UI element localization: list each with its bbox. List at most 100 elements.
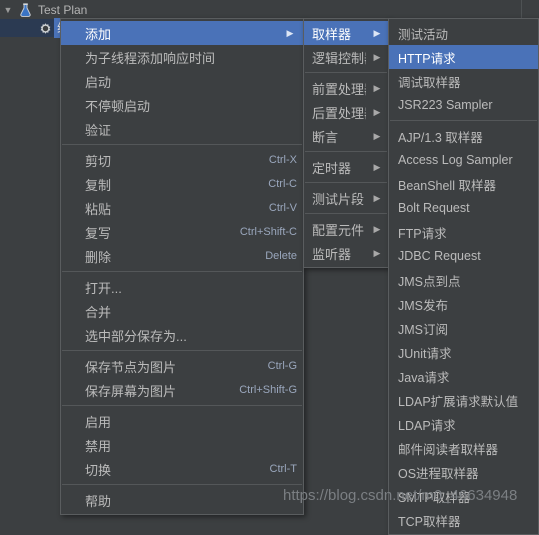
- menu-item[interactable]: 启用: [61, 409, 303, 433]
- menu-item[interactable]: FTP请求: [389, 220, 538, 244]
- menu-item-label: 复制: [85, 175, 250, 194]
- menu-item[interactable]: 不停顿启动: [61, 93, 303, 117]
- menu-item[interactable]: HTTP请求: [389, 45, 538, 69]
- menu-item-label: 测试活动: [398, 24, 532, 43]
- menu-item[interactable]: LDAP请求: [389, 412, 538, 436]
- menu-item[interactable]: 取样器▶: [304, 21, 388, 45]
- menu-item[interactable]: OS进程取样器: [389, 460, 538, 484]
- menu-item[interactable]: 定时器▶: [304, 155, 388, 179]
- submenu-chevron-right-icon: ▶: [366, 224, 384, 235]
- tree-node-label-test-plan: Test Plan: [34, 3, 87, 17]
- menu-item[interactable]: SMTP取样器: [389, 484, 538, 508]
- menu-item-label: JDBC Request: [398, 249, 532, 263]
- menu-item[interactable]: 合并: [61, 299, 303, 323]
- menu-item[interactable]: 邮件阅读者取样器: [389, 436, 538, 460]
- menu-item[interactable]: TCP取样器: [389, 508, 538, 532]
- menu-item[interactable]: 保存屏幕为图片Ctrl+Shift-G: [61, 378, 303, 402]
- menu-item[interactable]: AJP/1.3 取样器: [389, 124, 538, 148]
- menu-item[interactable]: 帮助: [61, 488, 303, 512]
- tree-expand-toggle-icon[interactable]: ▼: [0, 5, 16, 15]
- menu-item[interactable]: JMS订阅: [389, 316, 538, 340]
- menu-item-shortcut: Ctrl-G: [250, 360, 297, 372]
- menu-item[interactable]: 配置元件▶: [304, 217, 388, 241]
- menu-item[interactable]: 逻辑控制器▶: [304, 45, 388, 69]
- menu-item-label: 打开...: [85, 278, 297, 297]
- menu-item[interactable]: 断言▶: [304, 124, 388, 148]
- sampler-submenu[interactable]: 测试活动 HTTP请求调试取样器 JSR223 Sampler AJP/1.3 取样器…: [388, 18, 539, 535]
- menu-item[interactable]: JMS发布: [389, 292, 538, 316]
- menu-item[interactable]: JUnit请求: [389, 340, 538, 364]
- menu-item-label: JSR223 Sampler: [398, 98, 532, 112]
- menu-item[interactable]: 后置处理器▶: [304, 100, 388, 124]
- menu-item-label: 测试片段: [312, 189, 366, 208]
- menu-item[interactable]: 删除Delete: [61, 244, 303, 268]
- menu-item[interactable]: 测试活动: [389, 21, 538, 45]
- menu-item[interactable]: 切换Ctrl-T: [61, 457, 303, 481]
- menu-item-label: OS进程取样器: [398, 463, 532, 482]
- menu-item-label: Java请求: [398, 367, 532, 386]
- menu-item[interactable]: 保存节点为图片Ctrl-G: [61, 354, 303, 378]
- menu-item[interactable]: JMS点到点: [389, 268, 538, 292]
- submenu-chevron-right-icon: ▶: [366, 52, 384, 63]
- menu-item[interactable]: 打开...: [61, 275, 303, 299]
- menu-item[interactable]: JSR223 Sampler: [389, 93, 538, 117]
- menu-item[interactable]: BeanShell 取样器: [389, 172, 538, 196]
- menu-item-label: 断言: [312, 127, 366, 146]
- menu-separator: [305, 151, 387, 152]
- menu-item-label: 添加: [85, 24, 275, 43]
- menu-item[interactable]: 前置处理器▶: [304, 76, 388, 100]
- menu-item-label: 启动: [85, 72, 297, 91]
- menu-item-label: 禁用: [85, 436, 297, 455]
- menu-item[interactable]: Java请求: [389, 364, 538, 388]
- menu-item[interactable]: Access Log Sampler: [389, 148, 538, 172]
- menu-item[interactable]: 剪切Ctrl-X: [61, 148, 303, 172]
- menu-item-label: 监听器: [312, 244, 366, 263]
- menu-separator: [62, 271, 302, 272]
- menu-item-label: 逻辑控制器: [312, 48, 366, 67]
- menu-item-label: 选中部分保存为...: [85, 326, 297, 345]
- menu-separator: [62, 350, 302, 351]
- menu-item-label: 删除: [85, 247, 247, 266]
- menu-item[interactable]: 复写Ctrl+Shift-C: [61, 220, 303, 244]
- thread-group-gear-icon: [36, 21, 54, 36]
- menu-item-shortcut: Ctrl-V: [251, 202, 297, 214]
- menu-item-label: 切换: [85, 460, 252, 479]
- menu-item[interactable]: 粘贴Ctrl-V: [61, 196, 303, 220]
- add-submenu[interactable]: 取样器▶逻辑控制器▶前置处理器▶后置处理器▶断言▶定时器▶测试片段▶配置元件▶监…: [303, 18, 389, 268]
- test-plan-flask-icon: [16, 3, 34, 17]
- menu-item-label: SMTP取样器: [398, 487, 532, 506]
- menu-item-label: 保存节点为图片: [85, 357, 250, 376]
- menu-item[interactable]: 调试取样器: [389, 69, 538, 93]
- submenu-chevron-right-icon: ▶: [366, 28, 384, 39]
- menu-item[interactable]: 为子线程添加响应时间: [61, 45, 303, 69]
- menu-item-label: AJP/1.3 取样器: [398, 127, 532, 146]
- thread-group-context-menu[interactable]: 添加▶为子线程添加响应时间启动不停顿启动验证剪切Ctrl-X复制Ctrl-C粘贴…: [60, 18, 304, 515]
- menu-item-label: 前置处理器: [312, 79, 366, 98]
- menu-item[interactable]: 禁用: [61, 433, 303, 457]
- menu-item-label: LDAP扩展请求默认值: [398, 391, 532, 410]
- menu-separator: [390, 120, 537, 121]
- menu-item[interactable]: 启动: [61, 69, 303, 93]
- menu-item[interactable]: 复制Ctrl-C: [61, 172, 303, 196]
- menu-item[interactable]: 监听器▶: [304, 241, 388, 265]
- menu-item[interactable]: LDAP扩展请求默认值: [389, 388, 538, 412]
- menu-item-label: JUnit请求: [398, 343, 532, 362]
- menu-item-label: LDAP请求: [398, 415, 532, 434]
- menu-item-label: 后置处理器: [312, 103, 366, 122]
- menu-item[interactable]: JDBC Request: [389, 244, 538, 268]
- menu-item[interactable]: Bolt Request: [389, 196, 538, 220]
- submenu-chevron-right-icon: ▶: [366, 162, 384, 173]
- menu-item-label: 不停顿启动: [85, 96, 297, 115]
- submenu-chevron-right-icon: ▶: [366, 248, 384, 259]
- tree-node-test-plan[interactable]: ▼ Test Plan: [0, 1, 539, 19]
- submenu-chevron-right-icon: ▶: [366, 131, 384, 142]
- menu-item[interactable]: 选中部分保存为...: [61, 323, 303, 347]
- menu-separator: [62, 484, 302, 485]
- menu-item-label: 保存屏幕为图片: [85, 381, 221, 400]
- menu-item[interactable]: 验证: [61, 117, 303, 141]
- menu-item[interactable]: 添加▶: [61, 21, 303, 45]
- menu-item-label: 粘贴: [85, 199, 251, 218]
- menu-item-label: JMS点到点: [398, 271, 532, 290]
- menu-item[interactable]: 测试片段▶: [304, 186, 388, 210]
- menu-item-label: 定时器: [312, 158, 366, 177]
